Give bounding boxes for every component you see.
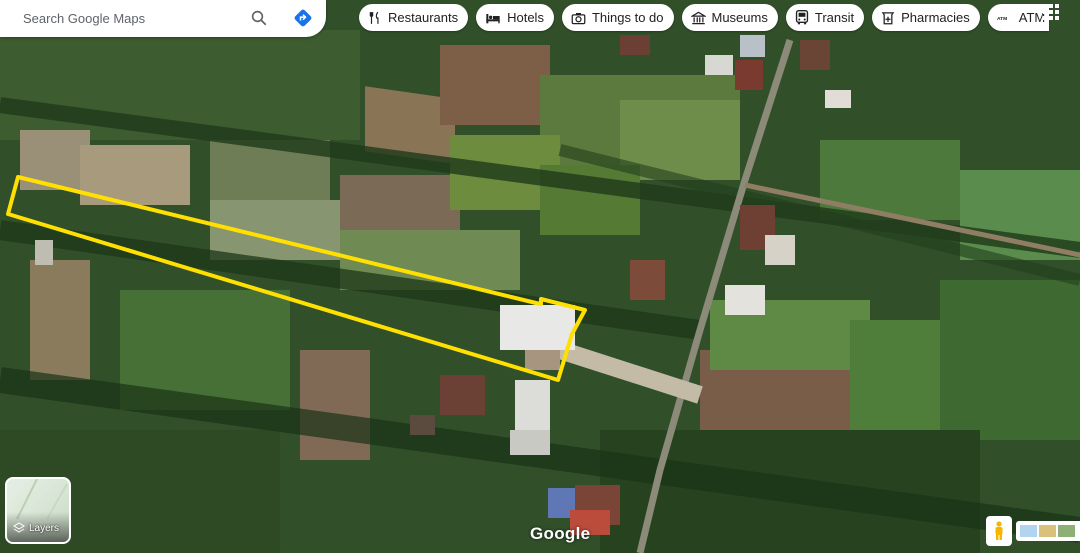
google-logo: Google [530,524,591,543]
camera-icon [571,12,586,24]
chip-label: Restaurants [388,10,459,25]
chip-label: Things to do [591,10,664,25]
chip-label: Museums [711,10,768,25]
bus-icon [795,10,808,25]
search-box [0,0,326,37]
chip-pharmacies[interactable]: Pharmacies [872,4,980,31]
category-chips: Restaurants Hotels Things to do Museums … [359,4,1049,32]
satellite-map[interactable] [0,0,1080,553]
pharmacy-icon [881,11,895,24]
directions-icon[interactable] [293,8,313,28]
chip-atm[interactable]: ATM ATM [987,4,1049,31]
chip-label: Pharmacies [901,10,970,25]
museum-icon [690,11,706,24]
imagery-thumbnails[interactable] [1016,521,1080,541]
pegman-icon[interactable] [986,516,1012,546]
layers-label: Layers [29,522,60,534]
svg-text:ATM: ATM [997,15,1007,21]
layers-button[interactable]: Layers [5,477,71,544]
satellite-thumbnail-icon[interactable] [1058,525,1075,537]
map-thumbnail-icon[interactable] [1020,525,1037,537]
chip-restaurants[interactable]: Restaurants [359,4,469,31]
chip-transit[interactable]: Transit [785,4,865,31]
terrain-thumbnail-icon[interactable] [1039,525,1056,537]
chip-label: Transit [814,10,855,25]
search-icon[interactable] [249,8,269,28]
atm-icon: ATM [997,15,1007,21]
apps-grid-icon[interactable] [1042,3,1060,21]
search-input[interactable] [21,10,245,27]
chip-museums[interactable]: Museums [681,4,778,31]
bed-icon [486,13,500,23]
chip-hotels[interactable]: Hotels [476,4,554,31]
chip-things-to-do[interactable]: Things to do [561,4,674,31]
chip-label: Hotels [507,10,544,25]
fork-knife-icon [369,11,379,24]
layers-icon [13,522,25,533]
